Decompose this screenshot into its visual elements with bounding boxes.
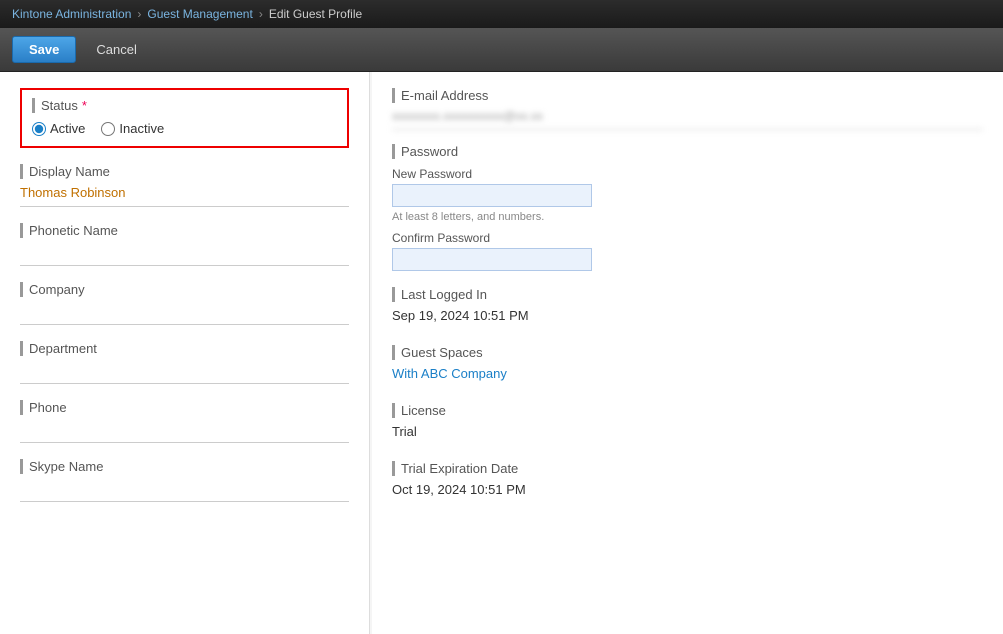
- right-panel: E-mail Address xxxxxxxx.xxxxxxxxxx@xx.xx…: [372, 72, 1003, 634]
- guest-spaces-section: Guest Spaces With ABC Company: [392, 345, 983, 389]
- password-hint: At least 8 letters, and numbers.: [392, 211, 983, 223]
- toolbar: Save Cancel: [0, 28, 1003, 72]
- required-star: *: [82, 98, 87, 113]
- save-button[interactable]: Save: [12, 36, 76, 63]
- breadcrumb-edit-guest: Edit Guest Profile: [269, 7, 362, 21]
- last-logged-in-section: Last Logged In Sep 19, 2024 10:51 PM: [392, 287, 983, 331]
- status-active-label: Active: [50, 121, 85, 136]
- left-panel: Status * Active Inactive Display Name Th…: [0, 72, 370, 634]
- trial-expiration-label: Trial Expiration Date: [392, 461, 983, 476]
- status-active-option[interactable]: Active: [32, 121, 85, 136]
- breadcrumb-sep-1: ›: [137, 7, 141, 21]
- status-inactive-option[interactable]: Inactive: [101, 121, 164, 136]
- phone-value: [20, 419, 349, 443]
- license-value: Trial: [392, 422, 983, 447]
- skype-name-value: [20, 478, 349, 502]
- display-name-value: Thomas Robinson: [20, 183, 349, 207]
- main-content: Status * Active Inactive Display Name Th…: [0, 72, 1003, 634]
- new-password-label: New Password: [392, 167, 983, 181]
- phonetic-name-section: Phonetic Name: [20, 223, 349, 266]
- trial-expiration-section: Trial Expiration Date Oct 19, 2024 10:51…: [392, 461, 983, 505]
- company-section: Company: [20, 282, 349, 325]
- confirm-password-label: Confirm Password: [392, 231, 983, 245]
- status-inactive-label: Inactive: [119, 121, 164, 136]
- status-active-radio[interactable]: [32, 122, 46, 136]
- license-section: License Trial: [392, 403, 983, 447]
- phonetic-name-value: [20, 242, 349, 266]
- department-section: Department: [20, 341, 349, 384]
- guest-spaces-label: Guest Spaces: [392, 345, 983, 360]
- display-name-label: Display Name: [20, 164, 349, 179]
- email-label: E-mail Address: [392, 88, 983, 103]
- phone-section: Phone: [20, 400, 349, 443]
- email-value: xxxxxxxx.xxxxxxxxxx@xx.xx: [392, 107, 983, 130]
- breadcrumb: Kintone Administration › Guest Managemen…: [0, 0, 1003, 28]
- breadcrumb-sep-2: ›: [259, 7, 263, 21]
- company-label: Company: [20, 282, 349, 297]
- license-label: License: [392, 403, 983, 418]
- status-section: Status * Active Inactive: [20, 88, 349, 148]
- phone-label: Phone: [20, 400, 349, 415]
- guest-spaces-value[interactable]: With ABC Company: [392, 364, 983, 389]
- breadcrumb-guest-mgmt[interactable]: Guest Management: [147, 7, 252, 21]
- trial-expiration-value: Oct 19, 2024 10:51 PM: [392, 480, 983, 505]
- status-radio-group: Active Inactive: [32, 121, 337, 136]
- status-label: Status *: [32, 98, 337, 113]
- department-label: Department: [20, 341, 349, 356]
- last-logged-in-label: Last Logged In: [392, 287, 983, 302]
- password-label: Password: [392, 144, 983, 159]
- skype-name-section: Skype Name: [20, 459, 349, 502]
- confirm-password-input[interactable]: [392, 248, 592, 271]
- company-value: [20, 301, 349, 325]
- last-logged-in-value: Sep 19, 2024 10:51 PM: [392, 306, 983, 331]
- phonetic-name-label: Phonetic Name: [20, 223, 349, 238]
- breadcrumb-kintone-admin[interactable]: Kintone Administration: [12, 7, 131, 21]
- department-value: [20, 360, 349, 384]
- status-inactive-radio[interactable]: [101, 122, 115, 136]
- new-password-input[interactable]: [392, 184, 592, 207]
- cancel-button[interactable]: Cancel: [86, 37, 146, 62]
- skype-name-label: Skype Name: [20, 459, 349, 474]
- display-name-section: Display Name Thomas Robinson: [20, 164, 349, 207]
- email-section: E-mail Address xxxxxxxx.xxxxxxxxxx@xx.xx: [392, 88, 983, 130]
- password-section: Password New Password At least 8 letters…: [392, 144, 983, 273]
